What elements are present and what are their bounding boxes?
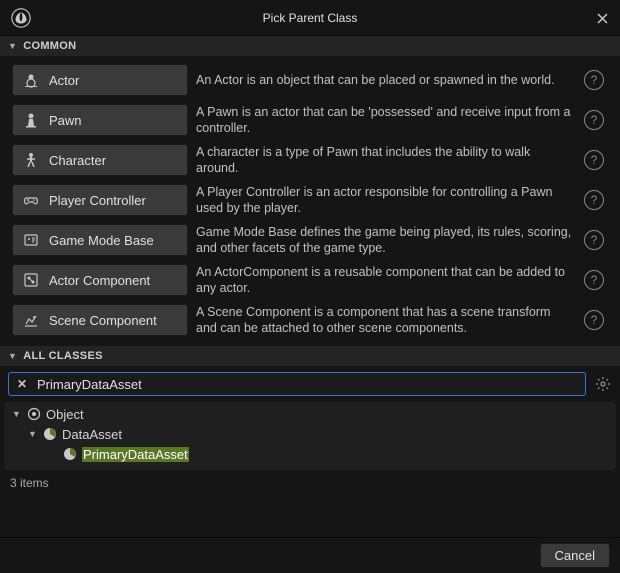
common-section-label: COMMON xyxy=(23,40,76,52)
help-button[interactable]: ? xyxy=(584,270,604,290)
common-section-header[interactable]: ▼ COMMON xyxy=(0,36,620,56)
class-label: Character xyxy=(49,153,106,168)
class-label: Player Controller xyxy=(49,193,146,208)
class-label: Pawn xyxy=(49,113,82,128)
class-row-pawn: Pawn A Pawn is an actor that can be 'pos… xyxy=(4,100,616,140)
primarydataasset-icon xyxy=(62,446,78,462)
class-tree: ▼ Object ▼ DataAsset PrimaryDataAsset xyxy=(4,402,616,470)
all-classes-section-label: ALL CLASSES xyxy=(23,350,103,362)
window-title: Pick Parent Class xyxy=(263,11,358,25)
class-button-pawn[interactable]: Pawn xyxy=(12,104,188,136)
help-button[interactable]: ? xyxy=(584,110,604,130)
search-container: ✕ xyxy=(8,372,586,396)
tree-item-dataasset[interactable]: ▼ DataAsset xyxy=(12,424,608,444)
class-label: Actor xyxy=(49,73,79,88)
chevron-down-icon: ▼ xyxy=(12,409,24,419)
help-button[interactable]: ? xyxy=(584,310,604,330)
settings-button[interactable] xyxy=(594,375,612,393)
class-desc: A character is a type of Pawn that inclu… xyxy=(196,144,576,177)
class-button-scene-component[interactable]: Scene Component xyxy=(12,304,188,336)
class-button-actor[interactable]: Actor xyxy=(12,64,188,96)
dataasset-icon xyxy=(42,426,58,442)
tree-label-highlighted: PrimaryDataAsset xyxy=(82,447,189,462)
cancel-button[interactable]: Cancel xyxy=(540,543,610,568)
class-desc: A Player Controller is an actor responsi… xyxy=(196,184,576,217)
class-label: Scene Component xyxy=(49,313,157,328)
class-button-player-controller[interactable]: Player Controller xyxy=(12,184,188,216)
class-desc: A Scene Component is a component that ha… xyxy=(196,304,576,337)
tree-item-primarydataasset[interactable]: PrimaryDataAsset xyxy=(12,444,608,464)
class-button-game-mode-base[interactable]: Game Mode Base xyxy=(12,224,188,256)
tree-label: DataAsset xyxy=(62,427,122,442)
class-row-actor-component: Actor Component An ActorComponent is a r… xyxy=(4,260,616,300)
class-label: Actor Component xyxy=(49,273,150,288)
chevron-down-icon: ▼ xyxy=(8,41,17,51)
items-count: 3 items xyxy=(0,470,620,496)
unreal-logo xyxy=(10,7,32,29)
class-desc: Game Mode Base defines the game being pl… xyxy=(196,224,576,257)
class-desc: An Actor is an object that can be placed… xyxy=(196,72,576,88)
class-button-actor-component[interactable]: Actor Component xyxy=(12,264,188,296)
class-desc: An ActorComponent is a reusable componen… xyxy=(196,264,576,297)
footer: Cancel xyxy=(0,537,620,573)
chevron-down-icon: ▼ xyxy=(8,351,17,361)
close-button[interactable] xyxy=(592,8,612,28)
class-row-player-controller: Player Controller A Player Controller is… xyxy=(4,180,616,220)
help-button[interactable]: ? xyxy=(584,190,604,210)
search-row: ✕ xyxy=(0,366,620,402)
clear-search-icon[interactable]: ✕ xyxy=(15,377,29,391)
class-row-character: Character A character is a type of Pawn … xyxy=(4,140,616,180)
all-classes-section-header[interactable]: ▼ ALL CLASSES xyxy=(0,346,620,366)
class-button-character[interactable]: Character xyxy=(12,144,188,176)
object-icon xyxy=(26,406,42,422)
class-desc: A Pawn is an actor that can be 'possesse… xyxy=(196,104,576,137)
chevron-down-icon: ▼ xyxy=(28,429,40,439)
class-label: Game Mode Base xyxy=(49,233,154,248)
titlebar: Pick Parent Class xyxy=(0,0,620,36)
help-button[interactable]: ? xyxy=(584,70,604,90)
common-class-list: Actor An Actor is an object that can be … xyxy=(0,56,620,346)
help-button[interactable]: ? xyxy=(584,230,604,250)
class-row-actor: Actor An Actor is an object that can be … xyxy=(4,60,616,100)
tree-label: Object xyxy=(46,407,84,422)
tree-item-object[interactable]: ▼ Object xyxy=(12,404,608,424)
class-row-scene-component: Scene Component A Scene Component is a c… xyxy=(4,300,616,340)
class-row-game-mode-base: Game Mode Base Game Mode Base defines th… xyxy=(4,220,616,260)
help-button[interactable]: ? xyxy=(584,150,604,170)
search-input[interactable] xyxy=(37,377,579,392)
